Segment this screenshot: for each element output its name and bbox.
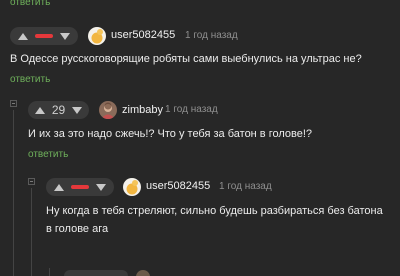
comment-1: user5082455 1 год назад В Одессе русског…	[0, 22, 400, 107]
upvote-icon[interactable]	[54, 183, 64, 191]
avatar[interactable]	[99, 101, 117, 119]
avatar[interactable]	[88, 27, 106, 45]
username[interactable]: user5082455	[111, 29, 175, 41]
negative-rating-indicator	[35, 34, 53, 38]
vote-widget	[46, 178, 114, 196]
thread-line[interactable]	[49, 268, 50, 276]
user-photo-icon	[99, 101, 117, 119]
vote-widget-partial	[64, 270, 128, 276]
comment-text: В Одессе русскоговорящие робяты сами вые…	[10, 53, 362, 65]
downvote-icon[interactable]	[96, 183, 106, 191]
avatar[interactable]	[123, 178, 141, 196]
upvote-icon[interactable]	[35, 106, 45, 114]
reply-link[interactable]: ответить	[10, 0, 50, 9]
timestamp: 1 год назад	[219, 181, 272, 192]
downvote-icon[interactable]	[60, 32, 70, 40]
comment-3: user5082455 1 год назад Ну когда в тебя …	[0, 176, 400, 276]
rating-count: 29	[51, 103, 66, 117]
negative-rating-indicator	[71, 185, 89, 189]
comment-text: И их за это надо сжечь!? Что у тебя за б…	[28, 128, 313, 140]
comment-2: 29 zimbaby 1 год назад И их за это надо …	[0, 100, 400, 170]
timestamp: 1 год назад	[165, 104, 218, 115]
default-avatar-icon	[88, 27, 106, 45]
reply-link[interactable]: ответить	[28, 149, 68, 161]
username[interactable]: user5082455	[146, 180, 210, 192]
default-avatar-icon	[123, 178, 141, 196]
timestamp: 1 год назад	[185, 30, 238, 41]
vote-widget	[10, 27, 78, 45]
username[interactable]: zimbaby	[122, 104, 163, 116]
reply-link[interactable]: ответить	[10, 74, 50, 86]
upvote-icon[interactable]	[18, 32, 28, 40]
comment-text: в голове ага	[46, 223, 109, 235]
downvote-icon[interactable]	[71, 106, 82, 114]
vote-widget: 29	[28, 101, 89, 119]
